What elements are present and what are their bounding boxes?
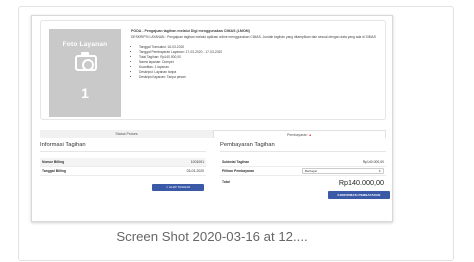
payment-method-label: Pilihan Pembayaran: [222, 169, 255, 173]
tab-pembayaran[interactable]: Pembayaran ▲: [213, 130, 386, 138]
row-key: Tanggal Billing: [42, 169, 67, 173]
detail-item: Deskripsi layanan: Tanpa pesan: [139, 75, 381, 80]
row-key: Nomor Billing: [42, 160, 65, 164]
row-value: 1001001: [190, 160, 204, 164]
payment-panel: Pembayaran Tagihan Subtotal Tagihan Rp14…: [220, 142, 390, 199]
confirm-payment-button[interactable]: KONFIRMASI PEMBAYARAN: [328, 191, 390, 199]
select-arrows-icon: ⇕: [378, 169, 381, 173]
table-row: Tanggal Billing 03-03-2020: [40, 167, 206, 176]
service-photo-placeholder: Foto Layanan 1: [49, 29, 121, 117]
service-description: DESKRIPSI LAYANAN : Pengajuan tagihan me…: [131, 35, 376, 39]
row-value: 03-03-2020: [186, 169, 204, 173]
warning-icon: ▲: [308, 133, 312, 137]
photo-label: Foto Layanan: [62, 41, 108, 48]
tab-status-proses[interactable]: Status Proses: [40, 130, 213, 138]
tab-bar: Status Proses Pembayaran ▲: [40, 130, 386, 138]
screenshot-thumbnail[interactable]: Foto Layanan 1 PODA - Pengajuan tagihan …: [31, 15, 393, 222]
payment-method-select[interactable]: Berbayar ⇕: [302, 168, 384, 174]
payment-method-row: Pilihan Pembayaran Berbayar ⇕: [220, 167, 386, 176]
attachment-card: Foto Layanan 1 PODA - Pengajuan tagihan …: [18, 6, 454, 261]
file-caption[interactable]: Screen Shot 2020-03-16 at 12....: [31, 229, 393, 244]
billing-info-panel: Informasi Tagihan Nomor Billing 1001001 …: [40, 142, 206, 191]
payment-method-value: Berbayar: [305, 169, 318, 173]
total-row: Total Rp140.000,00: [220, 176, 386, 188]
table-row: Nomor Billing 1001001: [40, 158, 206, 167]
service-card: Foto Layanan 1 PODA - Pengajuan tagihan …: [40, 20, 386, 120]
service-detail-list: Tanggal Transaksi: 16-03-2020 Tanggal Pe…: [131, 45, 381, 80]
tab-payment-label: Pembayaran: [287, 133, 308, 137]
payment-heading: Pembayaran Tagihan: [220, 142, 386, 152]
camera-icon: [75, 52, 97, 71]
photo-number: 1: [81, 85, 89, 101]
subtotal-value: Rp140.000,00: [362, 160, 384, 164]
billing-info-heading: Informasi Tagihan: [40, 142, 206, 152]
service-info: PODA - Pengajuan tagihan melalui Digi me…: [131, 29, 381, 80]
tab-status-label: Status Proses: [115, 132, 138, 136]
total-label: Total: [222, 180, 230, 184]
subtotal-label: Subtotal Tagihan: [222, 160, 250, 164]
view-bill-button[interactable]: ⇩ LIHAT TAGIHAN: [152, 184, 204, 191]
service-title: PODA - Pengajuan tagihan melalui Digi me…: [131, 29, 250, 33]
subtotal-row: Subtotal Tagihan Rp140.000,00: [220, 158, 386, 167]
total-value: Rp140.000,00: [338, 177, 384, 187]
